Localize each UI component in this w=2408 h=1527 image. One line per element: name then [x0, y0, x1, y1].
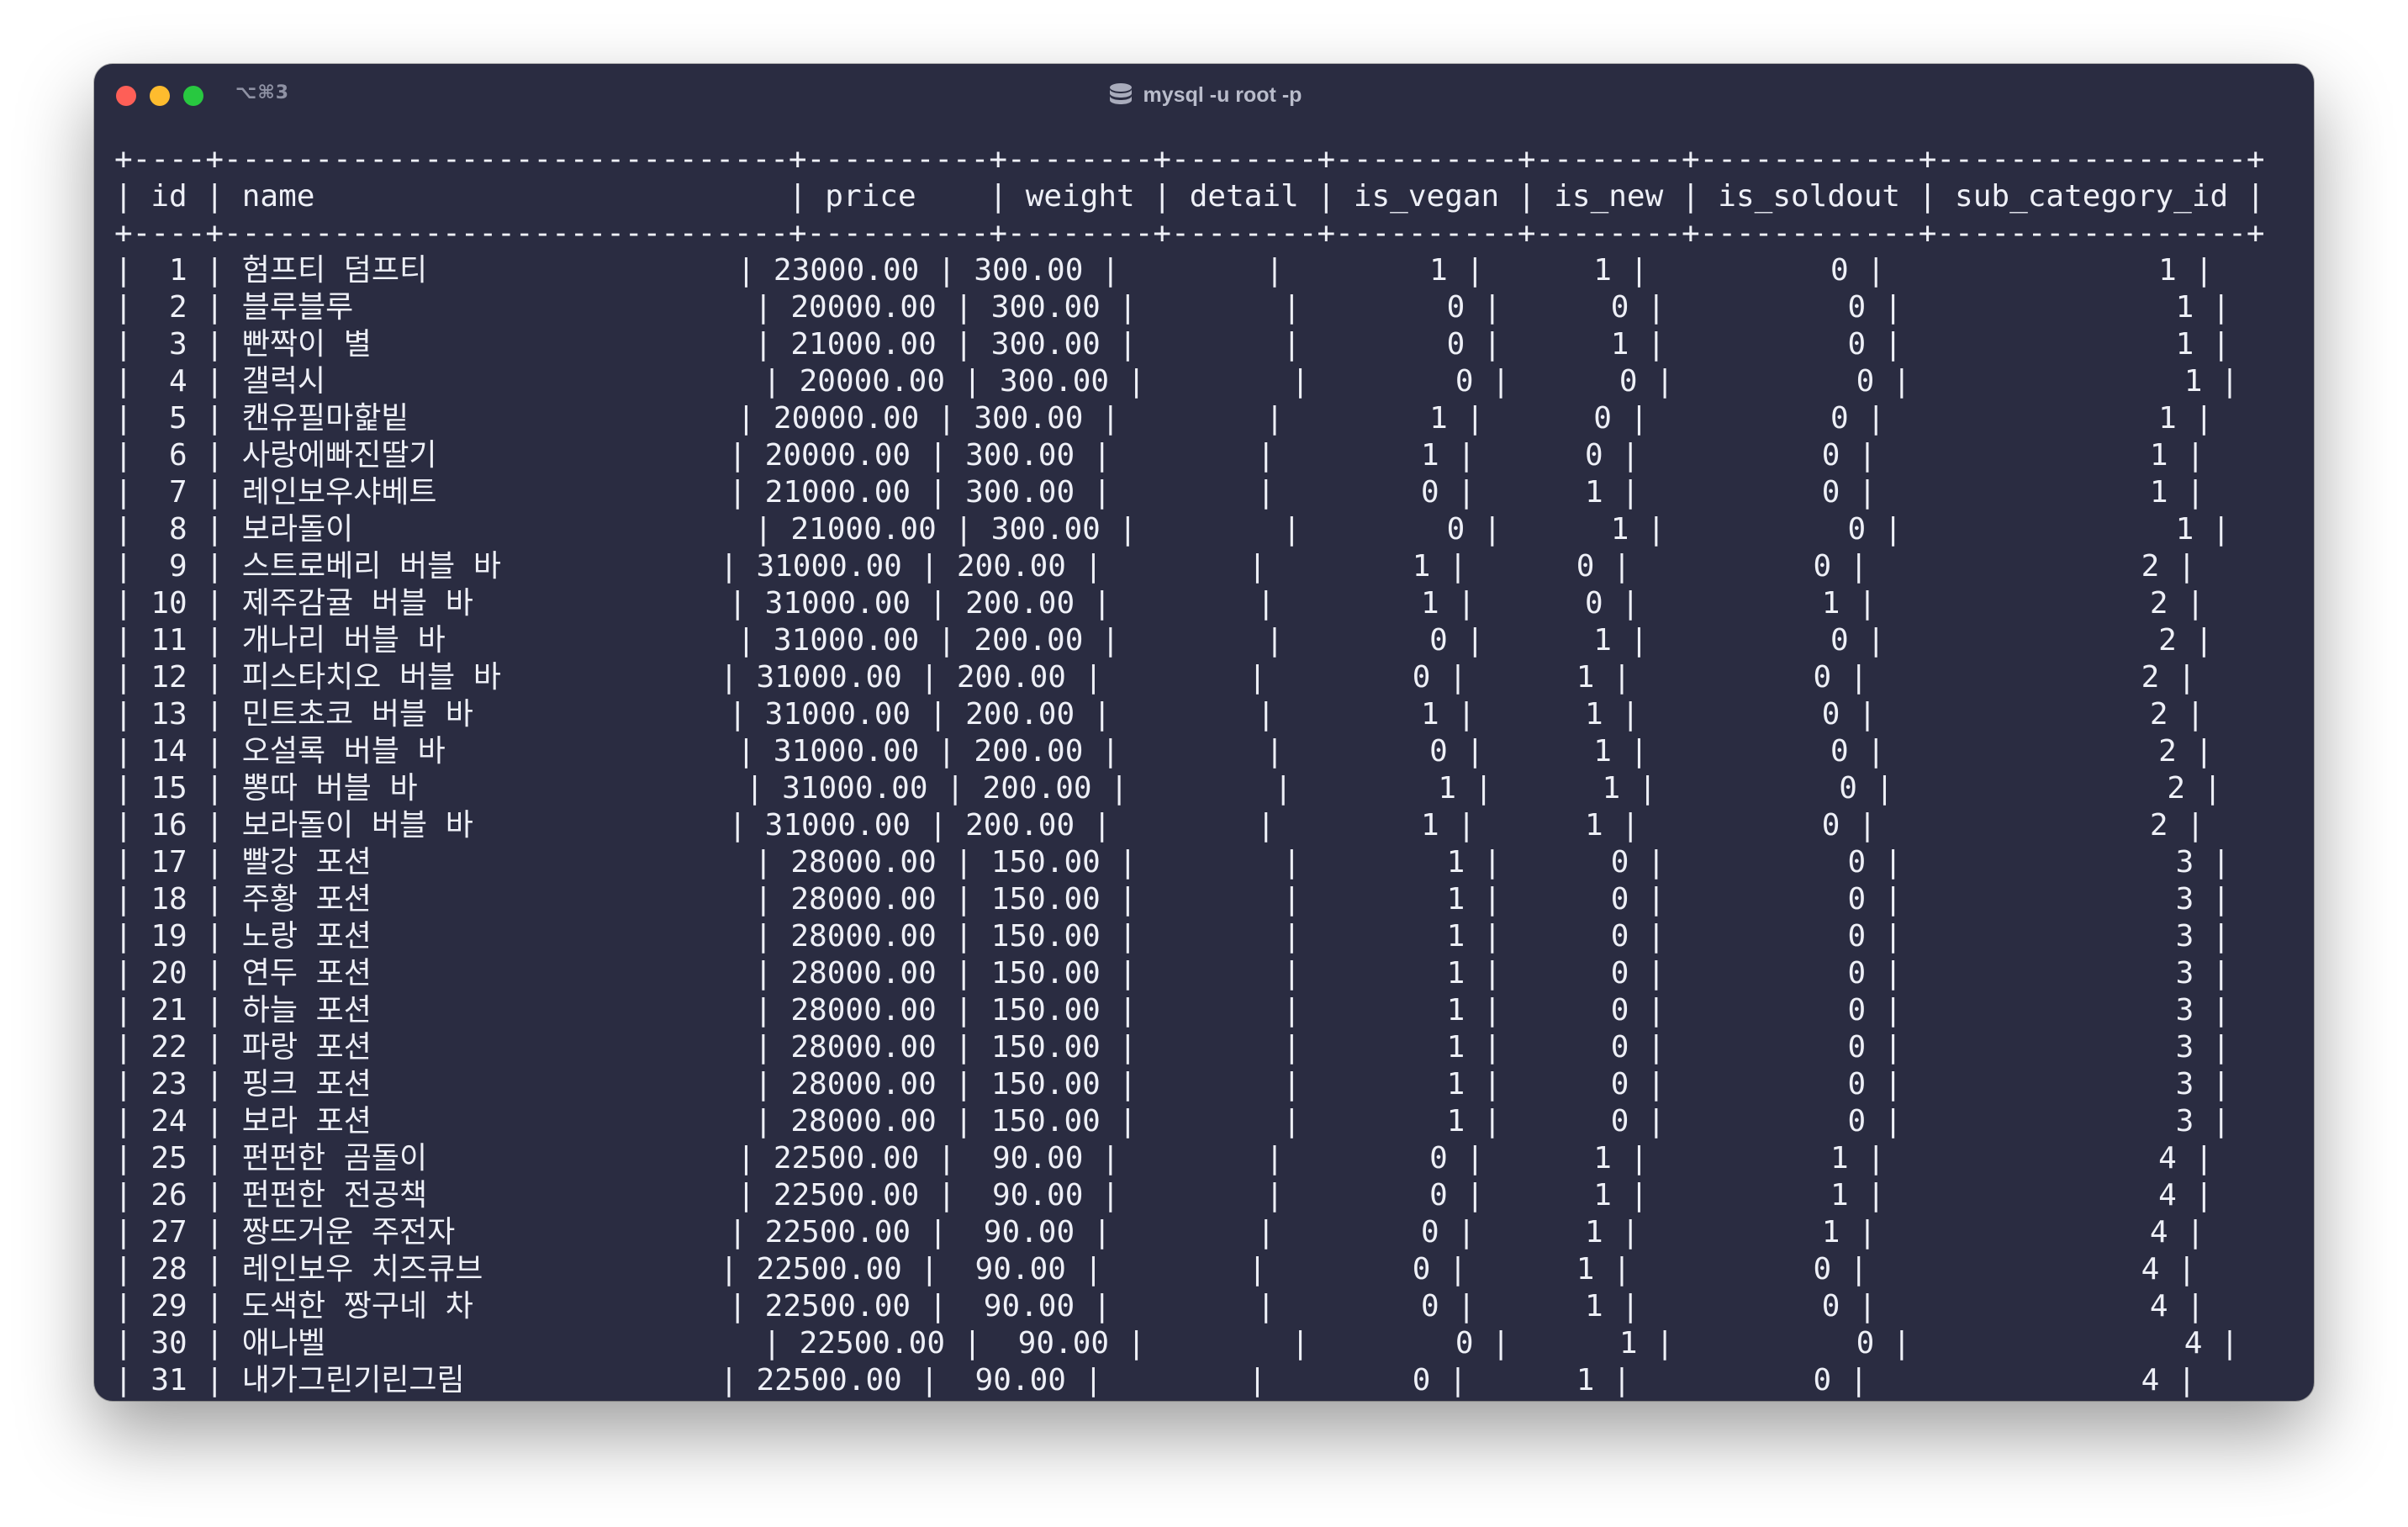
- database-icon: [1109, 83, 1132, 104]
- table-row: | 17 | 빨강 포션 | 28000.00 | 150.00 | | 1 |…: [114, 845, 2231, 880]
- table-row: | 16 | 보라돌이 버블 바 | 31000.00 | 200.00 | |…: [114, 808, 2205, 843]
- table-row: | 18 | 주황 포션 | 28000.00 | 150.00 | | 1 |…: [114, 882, 2231, 917]
- table-row: | 20 | 연두 포션 | 28000.00 | 150.00 | | 1 |…: [114, 956, 2231, 991]
- window-title-text: mysql -u root -p: [1143, 82, 1302, 107]
- table-row: | 13 | 민트초코 버블 바 | 31000.00 | 200.00 | |…: [114, 697, 2205, 732]
- table-row: | 5 | 캔유필마핥빝 | 20000.00 | 300.00 | | 1 |…: [114, 401, 2214, 436]
- table-row: | 25 | 펀펀한 곰돌이 | 22500.00 | 90.00 | | 0 …: [114, 1141, 2214, 1176]
- table-header-row: | id | name | price | weight | detail | …: [114, 179, 2265, 214]
- table-row: | 10 | 제주감귤 버블 바 | 31000.00 | 200.00 | |…: [114, 586, 2205, 621]
- table-row: | 24 | 보라 포션 | 28000.00 | 150.00 | | 1 |…: [114, 1104, 2231, 1139]
- table-row: | 4 | 갤럭시 | 20000.00 | 300.00 | | 0 | 0 …: [114, 364, 2239, 399]
- table-row: | 26 | 펀펀한 전공책 | 22500.00 | 90.00 | | 0 …: [114, 1178, 2214, 1213]
- table-row: | 15 | 뽕따 버블 바 | 31000.00 | 200.00 | | 1…: [114, 771, 2222, 806]
- title-bar: ⌥⌘3 mysql -u root -p: [94, 64, 2314, 128]
- table-row: | 31 | 내가그린기린그림 | 22500.00 | 90.00 | | 0…: [114, 1363, 2196, 1398]
- table-row: | 6 | 사랑에빠진딸기 | 20000.00 | 300.00 | | 1 …: [114, 438, 2205, 473]
- table-row: | 3 | 빤짝이 별 | 21000.00 | 300.00 | | 0 | …: [114, 327, 2231, 362]
- table-row: | 11 | 개나리 버블 바 | 31000.00 | 200.00 | | …: [114, 623, 2214, 658]
- terminal-output[interactable]: +----+-------------------------------+--…: [114, 141, 2294, 1401]
- table-row: | 14 | 오설록 버블 바 | 31000.00 | 200.00 | | …: [114, 734, 2214, 769]
- table-row: | 27 | 짱뜨거운 주전자 | 22500.00 | 90.00 | | 0…: [114, 1215, 2205, 1250]
- table-row: | 23 | 핑크 포션 | 28000.00 | 150.00 | | 1 |…: [114, 1067, 2231, 1102]
- table-border-line: +----+-------------------------------+--…: [114, 142, 2265, 177]
- table-row: | 19 | 노랑 포션 | 28000.00 | 150.00 | | 1 |…: [114, 919, 2231, 954]
- table-row: | 21 | 하늘 포션 | 28000.00 | 150.00 | | 1 |…: [114, 993, 2231, 1028]
- terminal-window: ⌥⌘3 mysql -u root -p +----+-------------…: [94, 64, 2314, 1401]
- table-row: | 7 | 레인보우샤베트 | 21000.00 | 300.00 | | 0 …: [114, 475, 2205, 510]
- table-row: | 12 | 피스타치오 버블 바 | 31000.00 | 200.00 | …: [114, 660, 2196, 695]
- window-title: mysql -u root -p: [94, 81, 2314, 109]
- table-row: | 1 | 험프티 덤프티 | 23000.00 | 300.00 | | 1 …: [114, 253, 2214, 288]
- table-row: | 29 | 도색한 짱구네 차 | 22500.00 | 90.00 | | …: [114, 1289, 2205, 1324]
- table-row: | 2 | 블루블루 | 20000.00 | 300.00 | | 0 | 0…: [114, 290, 2231, 325]
- table-row: | 28 | 레인보우 치즈큐브 | 22500.00 | 90.00 | | …: [114, 1252, 2196, 1287]
- table-border-line: +----+-------------------------------+--…: [114, 216, 2265, 251]
- table-row: | 22 | 파랑 포션 | 28000.00 | 150.00 | | 1 |…: [114, 1030, 2231, 1065]
- table-row: | 9 | 스트로베리 버블 바 | 31000.00 | 200.00 | |…: [114, 549, 2196, 584]
- table-row: | 30 | 애나벨 | 22500.00 | 90.00 | | 0 | 1 …: [114, 1326, 2239, 1361]
- table-row: | 8 | 보라돌이 | 21000.00 | 300.00 | | 0 | 1…: [114, 512, 2231, 547]
